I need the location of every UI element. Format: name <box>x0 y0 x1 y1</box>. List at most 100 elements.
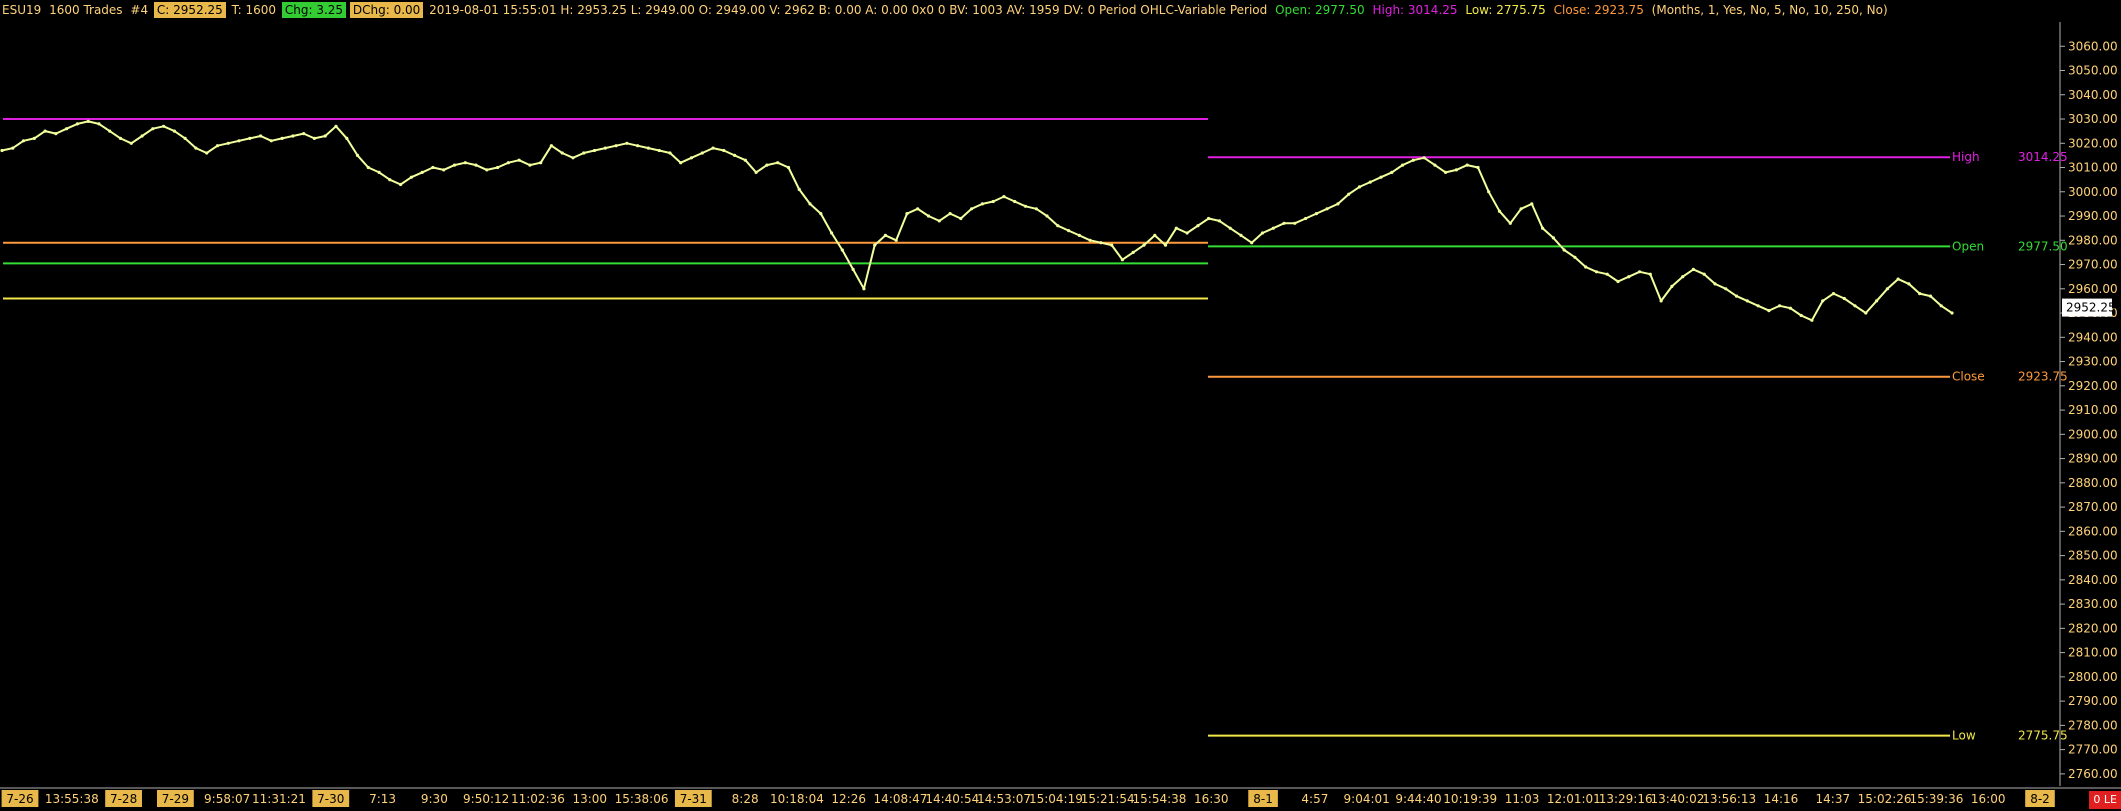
price-point <box>1422 156 1426 160</box>
price-point <box>205 151 209 155</box>
price-point <box>65 127 69 131</box>
y-tick-label: 2870.00 <box>2068 500 2118 514</box>
price-point <box>1713 282 1717 286</box>
x-tick-label: 8:28 <box>732 792 759 806</box>
price-point <box>215 144 220 148</box>
y-tick-label: 2790.00 <box>2068 694 2118 708</box>
price-point <box>668 151 672 155</box>
price-point <box>980 202 985 206</box>
price-point <box>894 238 898 242</box>
price-point <box>582 151 586 155</box>
price-point <box>1541 226 1545 230</box>
y-tick-label: 2900.00 <box>2068 427 2118 441</box>
x-tick-label: 13:55:38 <box>45 792 99 806</box>
price-point <box>1142 243 1146 247</box>
price-point <box>1304 216 1308 221</box>
x-tick-label: 15:02:26 <box>1858 792 1912 806</box>
y-tick-label: 3000.00 <box>2068 185 2118 199</box>
price-point <box>1465 163 1469 167</box>
price-point <box>1110 243 1114 247</box>
price-point <box>733 153 737 157</box>
y-tick-label: 3040.00 <box>2068 88 2118 102</box>
price-point <box>1293 221 1297 225</box>
x-tick-label: 4:57 <box>1301 792 1328 806</box>
price-point <box>506 161 510 165</box>
price-point <box>1067 229 1071 233</box>
price-point <box>700 151 704 155</box>
price-point <box>1627 275 1631 279</box>
price-point <box>1023 204 1028 208</box>
price-point <box>1885 287 1889 291</box>
y-tick-label: 2880.00 <box>2068 476 2118 490</box>
price-point <box>1196 224 1200 228</box>
price-point <box>1099 241 1103 245</box>
price-point <box>280 136 284 140</box>
price-point <box>1702 272 1706 276</box>
y-tick-label: 3060.00 <box>2068 39 2118 53</box>
price-point <box>118 136 123 140</box>
price-point <box>1648 272 1652 276</box>
price-point <box>334 124 338 128</box>
price-point <box>1271 226 1275 230</box>
x-tick-label: 14:16 <box>1764 792 1799 806</box>
y-tick-label: 2920.00 <box>2068 379 2118 393</box>
price-point <box>948 212 952 216</box>
x-tick-label: 15:54:38 <box>1133 792 1187 806</box>
x-tick-label: 13:00 <box>572 792 607 806</box>
price-point <box>442 168 446 172</box>
price-point <box>1928 294 1933 298</box>
close-level-label: Close <box>1952 370 1985 384</box>
price-point <box>786 165 791 170</box>
y-tick-label: 2770.00 <box>2068 743 2118 757</box>
price-point <box>883 233 888 237</box>
price-point <box>603 146 607 150</box>
x-tick-label: 14:53:07 <box>977 792 1031 806</box>
price-point <box>765 163 769 167</box>
status-badge: 0 LE <box>2089 791 2121 809</box>
price-point <box>485 168 489 172</box>
y-tick-label: 2860.00 <box>2068 524 2118 538</box>
y-tick-label: 2810.00 <box>2068 646 2118 660</box>
open-level-label: Open <box>1952 239 1984 253</box>
y-tick-label: 3050.00 <box>2068 64 2118 78</box>
price-point <box>151 127 155 131</box>
y-tick-label: 2910.00 <box>2068 403 2118 417</box>
price-series-line <box>1 120 1953 322</box>
price-point <box>970 207 974 211</box>
price-point <box>1670 284 1674 288</box>
price-point <box>1594 270 1599 274</box>
x-tick-label: 16:30 <box>1194 792 1229 806</box>
price-point <box>32 136 36 140</box>
price-point <box>916 207 920 211</box>
y-tick-label: 3030.00 <box>2068 112 2118 126</box>
price-point <box>474 163 478 167</box>
price-point <box>1497 209 1502 213</box>
price-point <box>1821 299 1825 303</box>
price-point <box>528 163 532 167</box>
price-point <box>86 119 90 123</box>
price-point <box>248 136 252 140</box>
x-tick-label: 14:08:47 <box>874 792 928 806</box>
price-chart[interactable]: 2760.00 2770.00 2780.00 2790.00 2800.00 2810.… <box>0 0 2121 811</box>
price-point <box>1056 224 1060 228</box>
price-point <box>323 134 327 138</box>
price-point <box>1368 180 1372 184</box>
price-point <box>517 158 521 162</box>
price-point <box>1314 212 1318 216</box>
x-tick-label: 15:38:06 <box>615 792 669 806</box>
price-point <box>1282 221 1286 225</box>
price-point <box>1939 304 1943 308</box>
price-point <box>226 141 230 145</box>
x-tick-label: 11:03 <box>1505 792 1540 806</box>
y-tick-label: 2760.00 <box>2068 767 2118 781</box>
x-tick-label: 9:50:12 <box>463 792 509 806</box>
price-point <box>679 161 683 165</box>
price-point <box>1088 238 1092 242</box>
x-tick-label: 7-29 <box>162 792 189 806</box>
price-point <box>1681 275 1685 279</box>
x-tick-label: 13:56:13 <box>1702 792 1756 806</box>
price-point <box>11 146 15 150</box>
price-point <box>646 146 651 150</box>
price-point <box>851 267 855 271</box>
price-point <box>463 161 467 165</box>
